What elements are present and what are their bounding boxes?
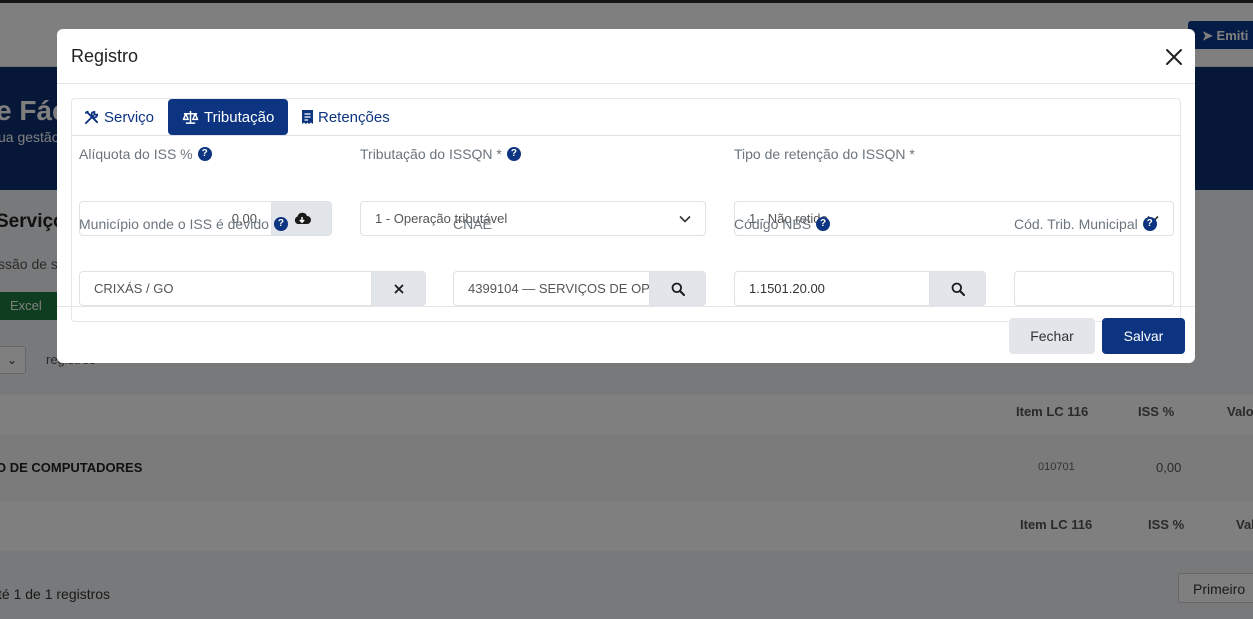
trib-municipal-label: Cód. Trib. Municipal ? xyxy=(1014,216,1157,232)
registro-modal: Registro Serviço Tributação Retenções Al… xyxy=(57,29,1195,363)
clear-municipio-button[interactable] xyxy=(371,271,426,306)
municipio-input[interactable]: CRIXÁS / GO xyxy=(79,271,372,306)
tab-label: Serviço xyxy=(104,108,155,126)
tipo-retencao-label-text: Tipo de retenção do ISSQN * xyxy=(734,146,915,162)
municipio-label-text: Município onde o ISS é devido xyxy=(79,216,269,232)
cnae-label-text: CNAE xyxy=(453,216,492,232)
tributacao-label: Tributação do ISSQN * ? xyxy=(360,146,521,162)
tab-retencoes[interactable]: Retenções xyxy=(302,99,402,135)
cnae-input[interactable]: 4399104 — SERVIÇOS DE OPERAÇÃO xyxy=(453,271,650,306)
help-icon[interactable]: ? xyxy=(816,217,831,231)
trib-municipal-input[interactable] xyxy=(1014,271,1174,306)
cnae-label: CNAE xyxy=(453,216,492,232)
nbs-input[interactable]: 1.1501.20.00 xyxy=(734,271,930,306)
tab-label: Retenções xyxy=(318,108,390,126)
help-icon[interactable]: ? xyxy=(273,217,288,231)
cnae-value: 4399104 — SERVIÇOS DE OPERAÇÃO xyxy=(468,281,650,296)
aliquota-label: Alíquota do ISS % ? xyxy=(79,146,212,162)
nbs-label: Código NBS ? xyxy=(734,216,831,232)
tributacao-label-text: Tributação do ISSQN * xyxy=(360,146,502,162)
municipio-label: Município onde o ISS é devido ? xyxy=(79,216,288,232)
nbs-value: 1.1501.20.00 xyxy=(749,281,825,296)
tab-servico[interactable]: Serviço xyxy=(84,99,176,135)
help-icon[interactable]: ? xyxy=(197,147,212,161)
tools-icon xyxy=(84,110,99,124)
cloud-download-icon xyxy=(294,212,311,224)
close-icon xyxy=(394,284,403,293)
tributacao-select[interactable]: 1 - Operação tributável xyxy=(360,201,706,236)
modal-title: Registro xyxy=(71,46,139,66)
save-button[interactable]: Salvar xyxy=(1102,318,1185,354)
nbs-label-text: Código NBS xyxy=(734,216,812,232)
tabs-container: Serviço Tributação Retenções Alíquota do… xyxy=(71,98,1181,322)
tab-bar: Serviço Tributação Retenções xyxy=(72,99,1180,136)
close-icon[interactable] xyxy=(1162,45,1186,69)
scale-icon xyxy=(182,110,199,124)
municipio-value: CRIXÁS / GO xyxy=(94,281,174,296)
chevron-down-icon xyxy=(679,215,691,223)
search-nbs-button[interactable] xyxy=(929,271,986,306)
aliquota-label-text: Alíquota do ISS % xyxy=(79,146,193,162)
search-icon xyxy=(671,282,685,296)
tipo-retencao-label: Tipo de retenção do ISSQN * xyxy=(734,146,915,162)
help-icon[interactable]: ? xyxy=(1142,217,1157,231)
modal-footer: Fechar Salvar xyxy=(57,306,1195,363)
help-icon[interactable]: ? xyxy=(506,147,521,161)
receipt-icon xyxy=(302,110,313,124)
search-icon xyxy=(951,282,965,296)
modal-header: Registro xyxy=(57,29,1195,84)
tab-label: Tributação xyxy=(204,108,275,126)
trib-municipal-label-text: Cód. Trib. Municipal xyxy=(1014,216,1138,232)
close-button[interactable]: Fechar xyxy=(1009,318,1095,354)
search-cnae-button[interactable] xyxy=(649,271,706,306)
tab-tributacao[interactable]: Tributação xyxy=(168,99,288,135)
